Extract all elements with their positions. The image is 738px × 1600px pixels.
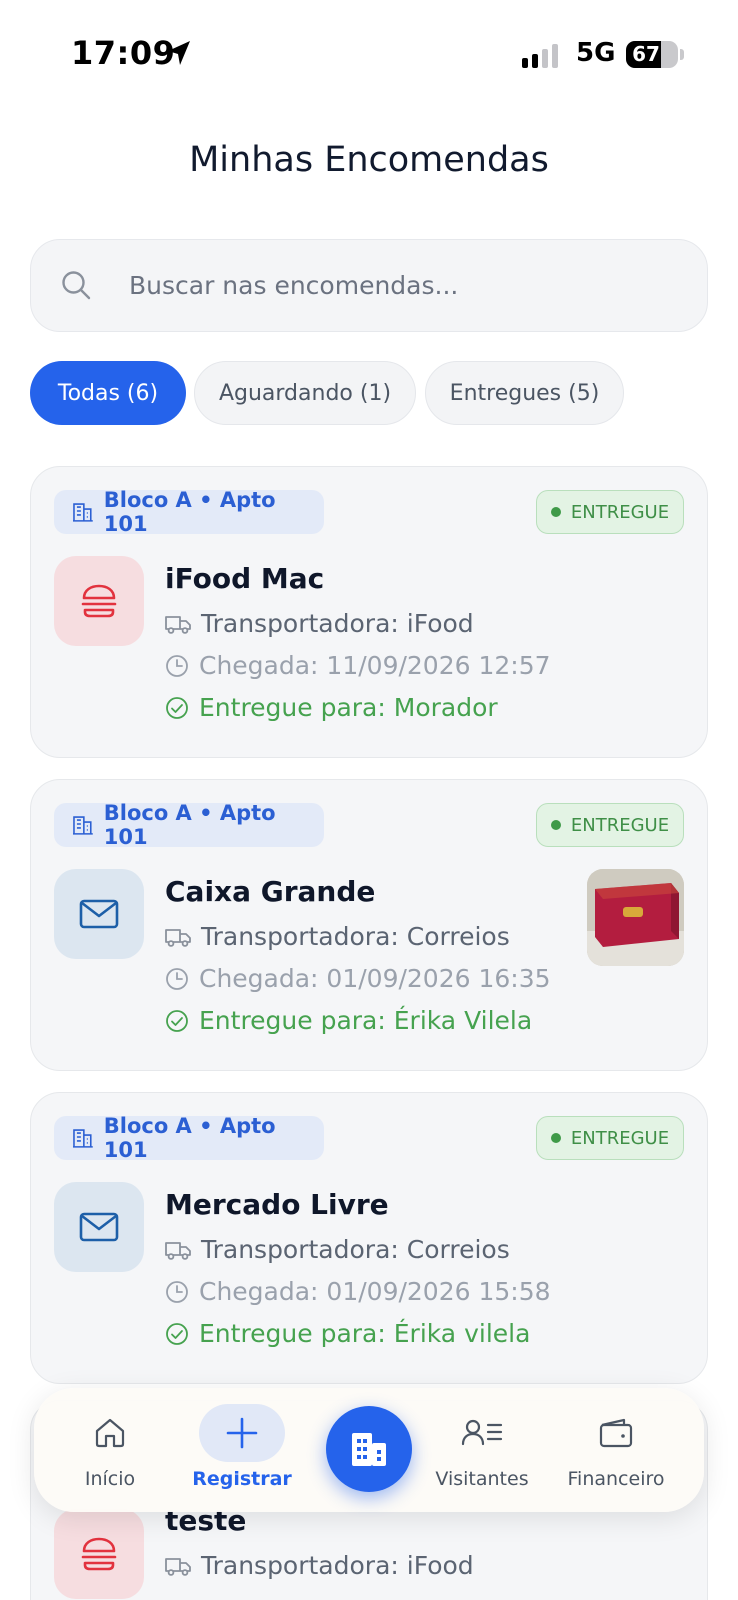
location-label: Bloco A • Apto 101 bbox=[103, 801, 276, 849]
status-label: ENTREGUE bbox=[570, 501, 670, 523]
package-title: Mercado Livre bbox=[165, 1188, 389, 1221]
delivered-row: Entregue para: Érika vilela bbox=[165, 1319, 530, 1348]
arrival-text: Chegada: 01/09/2026 16:35 bbox=[199, 964, 551, 993]
nav-financeiro[interactable]: Financeiro bbox=[560, 1388, 672, 1512]
plus-icon bbox=[226, 1417, 258, 1449]
check-circle-icon bbox=[166, 696, 188, 719]
carrier-row: Transportadora: iFood bbox=[165, 1551, 474, 1580]
clock-icon bbox=[166, 967, 188, 990]
filter-waiting[interactable]: Aguardando (1) bbox=[194, 361, 416, 425]
package-title: iFood Mac bbox=[165, 562, 325, 595]
nav-inicio[interactable]: Início bbox=[58, 1388, 162, 1512]
package-card[interactable]: Bloco A • Apto 101 ENTREGUE Caixa Grande… bbox=[30, 779, 708, 1071]
carrier-text: Transportadora: iFood bbox=[201, 609, 474, 638]
package-photo-thumbnail[interactable] bbox=[587, 869, 684, 966]
nav-label: Registrar bbox=[192, 1468, 292, 1490]
nav-registrar[interactable]: Registrar bbox=[184, 1388, 300, 1512]
delivered-text: Entregue para: Érika vilela bbox=[199, 1319, 531, 1348]
delivered-text: Entregue para: Morador bbox=[199, 693, 498, 722]
nav-label: Visitantes bbox=[435, 1468, 529, 1490]
location-badge: Bloco A • Apto 101 bbox=[54, 1114, 324, 1162]
building-icon bbox=[72, 816, 93, 835]
arrival-text: Chegada: 11/09/2026 12:57 bbox=[199, 651, 551, 680]
status-dot bbox=[550, 1133, 561, 1143]
carrier-row: Transportadora: Correios bbox=[165, 922, 510, 951]
status-label: ENTREGUE bbox=[570, 1127, 670, 1149]
home-icon bbox=[95, 1418, 125, 1448]
package-card[interactable]: Bloco A • Apto 101 ENTREGUE iFood Mac Tr… bbox=[30, 466, 708, 758]
building-icon bbox=[72, 503, 93, 522]
carrier-text: Transportadora: iFood bbox=[201, 1551, 474, 1580]
nav-condominium-button[interactable] bbox=[326, 1406, 412, 1492]
visitors-icon bbox=[461, 1419, 503, 1446]
status-time: 17:09 bbox=[71, 34, 176, 72]
status-badge: ENTREGUE bbox=[536, 490, 684, 534]
truck-icon bbox=[165, 1557, 191, 1576]
battery-icon: 67 bbox=[626, 41, 678, 68]
location-arrow-icon bbox=[168, 41, 190, 65]
check-circle-icon bbox=[166, 1009, 188, 1032]
truck-icon bbox=[165, 928, 191, 947]
search-bar[interactable] bbox=[30, 239, 708, 332]
search-icon bbox=[62, 271, 91, 300]
mail-icon bbox=[79, 899, 119, 929]
package-type-icon bbox=[54, 1509, 144, 1599]
page-title: Minhas Encomendas bbox=[189, 140, 549, 180]
arrival-row: Chegada: 01/09/2026 15:58 bbox=[165, 1277, 551, 1306]
status-dot bbox=[550, 507, 561, 517]
check-circle-icon bbox=[166, 1322, 188, 1345]
nav-label: Início bbox=[84, 1468, 136, 1490]
mail-icon bbox=[79, 1212, 119, 1242]
package-card[interactable]: Bloco A • Apto 101 ENTREGUE Mercado Livr… bbox=[30, 1092, 708, 1384]
truck-icon bbox=[165, 615, 191, 634]
bottom-nav: Início Registrar Visitantes Financeiro bbox=[34, 1388, 704, 1512]
status-label: ENTREGUE bbox=[570, 814, 670, 836]
status-badge: ENTREGUE bbox=[536, 1116, 684, 1160]
delivered-text: Entregue para: Érika Vilela bbox=[199, 1006, 533, 1035]
filter-delivered[interactable]: Entregues (5) bbox=[425, 361, 624, 425]
package-type-icon bbox=[54, 556, 144, 646]
wallet-icon bbox=[599, 1418, 633, 1448]
filter-all[interactable]: Todas (6) bbox=[30, 361, 186, 425]
status-dot bbox=[550, 820, 561, 830]
status-bar: 17:09 5G 67 bbox=[0, 0, 738, 110]
location-label: Bloco A • Apto 101 bbox=[103, 488, 276, 536]
status-badge: ENTREGUE bbox=[536, 803, 684, 847]
delivered-row: Entregue para: Érika Vilela bbox=[165, 1006, 532, 1035]
nav-visitantes[interactable]: Visitantes bbox=[426, 1388, 538, 1512]
arrival-row: Chegada: 01/09/2026 16:35 bbox=[165, 964, 551, 993]
burger-icon bbox=[81, 584, 117, 618]
package-title: Caixa Grande bbox=[165, 875, 376, 908]
network-type: 5G bbox=[576, 38, 616, 68]
building-icon bbox=[72, 1129, 93, 1148]
package-photo bbox=[587, 869, 684, 966]
arrival-row: Chegada: 11/09/2026 12:57 bbox=[165, 651, 551, 680]
package-type-icon bbox=[54, 1182, 144, 1272]
delivered-row: Entregue para: Morador bbox=[165, 693, 498, 722]
carrier-row: Transportadora: iFood bbox=[165, 609, 474, 638]
location-badge: Bloco A • Apto 101 bbox=[54, 801, 324, 849]
search-input[interactable] bbox=[129, 240, 689, 330]
signal-strength-icon bbox=[522, 44, 558, 68]
nav-label: Financeiro bbox=[567, 1468, 665, 1490]
carrier-text: Transportadora: Correios bbox=[201, 1235, 510, 1264]
truck-icon bbox=[165, 1241, 191, 1260]
package-type-icon bbox=[54, 869, 144, 959]
location-badge: Bloco A • Apto 101 bbox=[54, 488, 324, 536]
building-icon bbox=[352, 1433, 386, 1466]
clock-icon bbox=[166, 654, 188, 677]
arrival-text: Chegada: 01/09/2026 15:58 bbox=[199, 1277, 551, 1306]
location-label: Bloco A • Apto 101 bbox=[103, 1114, 276, 1162]
battery-level: 67 bbox=[632, 42, 660, 66]
carrier-row: Transportadora: Correios bbox=[165, 1235, 510, 1264]
carrier-text: Transportadora: Correios bbox=[201, 922, 510, 951]
clock-icon bbox=[166, 1280, 188, 1303]
burger-icon bbox=[81, 1537, 117, 1571]
